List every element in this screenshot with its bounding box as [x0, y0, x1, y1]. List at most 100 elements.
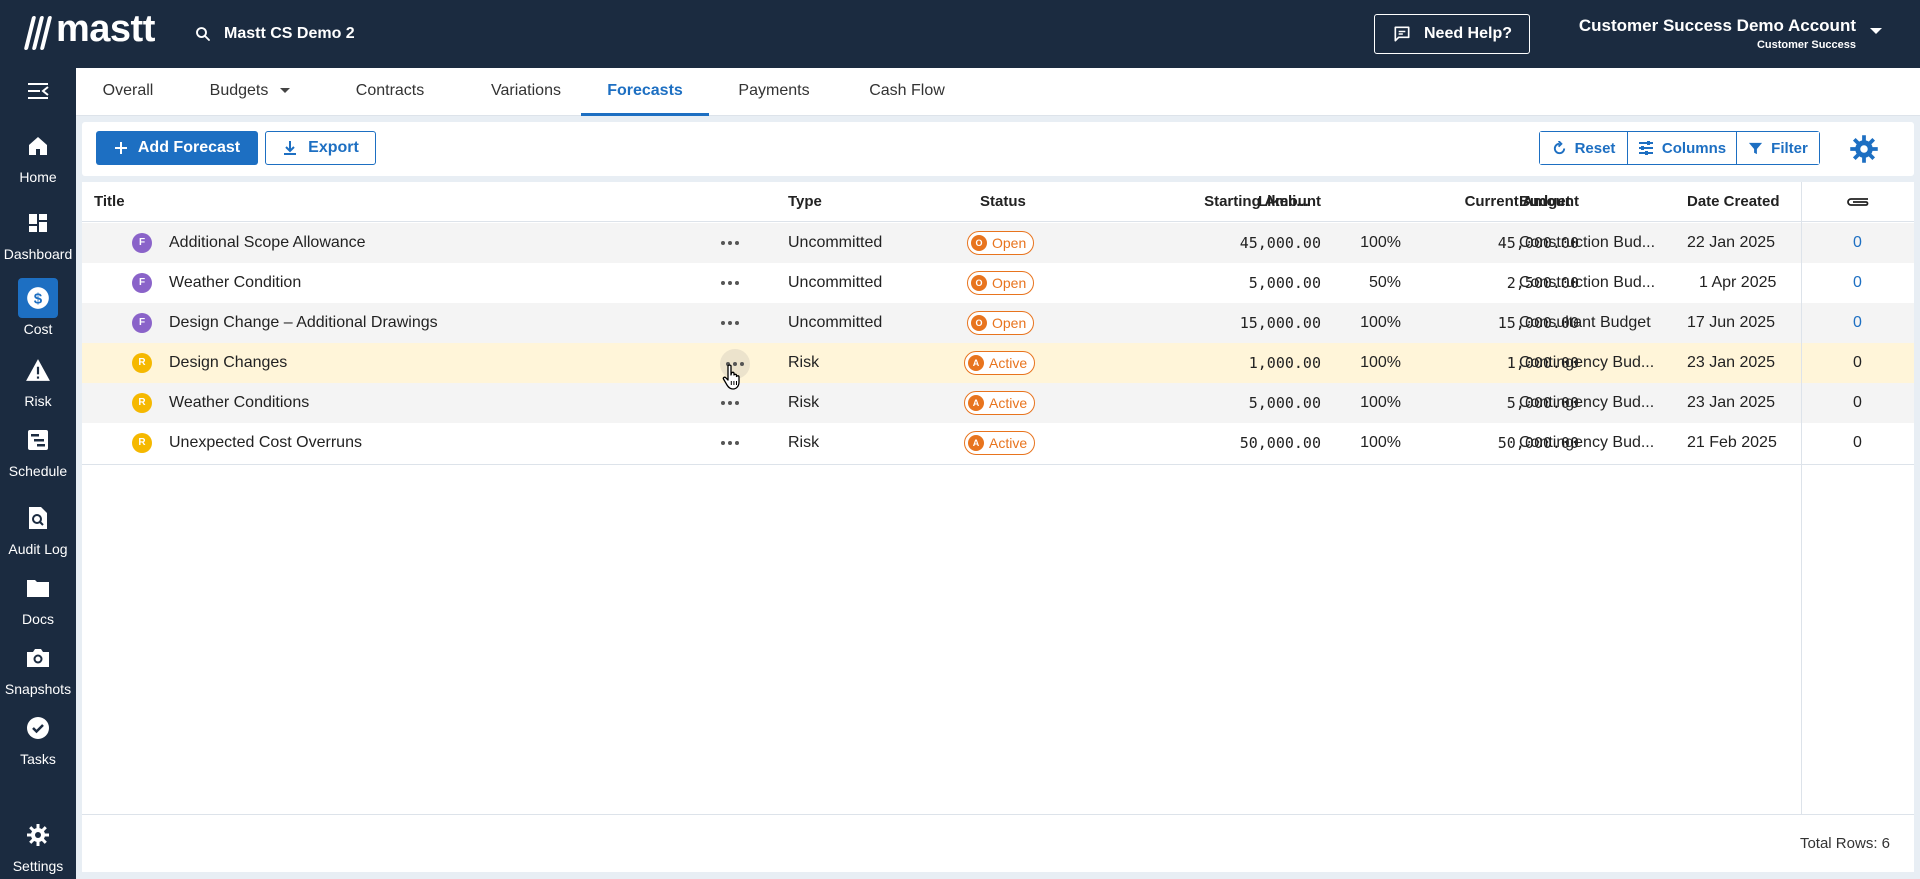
check-circle-icon	[18, 708, 58, 748]
status-letter: O	[971, 275, 987, 291]
sidebar-item-cost[interactable]: $ Cost	[0, 278, 76, 344]
table-row[interactable]: F Additional Scope Allowance Uncommitted…	[82, 223, 1914, 263]
export-button[interactable]: Export	[265, 131, 376, 165]
row-title[interactable]: Design Change – Additional Drawings	[169, 303, 438, 343]
row-date-created: 23 Jan 2025	[1687, 354, 1776, 371]
row-starting-amount: 45,000.00	[1239, 234, 1321, 252]
row-likelihood: 100%	[1360, 434, 1401, 451]
row-actions-icon[interactable]	[716, 435, 744, 451]
need-help-button[interactable]: Need Help?	[1374, 14, 1530, 54]
sidebar-label: Risk	[24, 393, 52, 409]
row-title[interactable]: Weather Condition	[169, 263, 301, 303]
account-menu[interactable]: Customer Success Demo Account Customer S…	[1566, 15, 1856, 55]
download-icon	[284, 141, 297, 155]
project-search[interactable]: Mastt CS Demo 2	[194, 20, 355, 48]
schedule-icon	[18, 420, 58, 460]
sidebar-item-settings[interactable]: Settings	[0, 815, 76, 879]
table-footer: Total Rows: 6	[82, 814, 1914, 872]
status-letter: A	[968, 435, 984, 451]
filter-button[interactable]: Filter	[1736, 132, 1819, 164]
tab-variations[interactable]: Variations	[460, 68, 592, 116]
sidebar-item-audit-log[interactable]: Audit Log	[0, 498, 76, 564]
row-title[interactable]: Additional Scope Allowance	[169, 223, 366, 263]
risk-type-badge: R	[132, 433, 152, 453]
row-actions-icon[interactable]	[716, 395, 744, 411]
column-header-type[interactable]: Type	[788, 182, 822, 222]
table-settings-gear-icon[interactable]	[1849, 134, 1879, 164]
account-name: Customer Success Demo Account	[1578, 16, 1856, 35]
column-header-budget[interactable]: Budget	[1519, 182, 1571, 222]
row-budget: Contingency Bud...	[1519, 354, 1655, 371]
tab-contracts[interactable]: Contracts	[320, 68, 460, 116]
table-row[interactable]: F Weather Condition Uncommitted O Open 5,…	[82, 263, 1914, 303]
status-badge: O Open	[967, 311, 1035, 335]
dollar-icon: $	[18, 278, 58, 318]
add-forecast-label: Add Forecast	[137, 139, 241, 156]
row-date-created: 1 Apr 2025	[1699, 274, 1777, 291]
sidebar-label: Docs	[22, 611, 54, 627]
tab-forecasts[interactable]: Forecasts	[581, 68, 709, 116]
row-attachment-count[interactable]: 0	[1853, 223, 1862, 263]
row-attachment-count: 0	[1853, 354, 1862, 371]
column-header-likelihood[interactable]: Likeli...	[1258, 182, 1309, 222]
status-label: Active	[989, 435, 1028, 451]
sidebar-label: Cost	[23, 321, 53, 337]
tab-label: Variations	[491, 82, 561, 99]
sidebar-item-snapshots[interactable]: Snapshots	[0, 638, 76, 704]
forecast-type-badge: F	[132, 313, 152, 333]
column-header-status[interactable]: Status	[980, 182, 1026, 222]
add-forecast-button[interactable]: Add Forecast	[96, 131, 258, 165]
row-actions-icon[interactable]	[716, 315, 744, 331]
row-attachment-count[interactable]: 0	[1853, 303, 1862, 343]
tab-cash-flow[interactable]: Cash Flow	[839, 68, 975, 116]
camera-icon	[18, 638, 58, 678]
row-date-created: 22 Jan 2025	[1687, 234, 1776, 251]
tab-budgets[interactable]: Budgets	[180, 68, 320, 116]
chevron-down-icon[interactable]	[1870, 28, 1882, 34]
logo-mark-icon	[23, 14, 53, 52]
sidebar-label: Dashboard	[3, 246, 73, 262]
reset-button[interactable]: Reset	[1540, 132, 1627, 164]
sidebar-item-schedule[interactable]: Schedule	[0, 420, 76, 486]
table-row[interactable]: R Weather Conditions Risk A Active 5,000.…	[82, 383, 1914, 423]
sidebar-item-docs[interactable]: Docs	[0, 568, 76, 634]
columns-button[interactable]: Columns	[1627, 132, 1736, 164]
table-row[interactable]: F Design Change – Additional Drawings Un…	[82, 303, 1914, 343]
row-date-created: 23 Jan 2025	[1687, 394, 1776, 411]
tab-payments[interactable]: Payments	[709, 68, 839, 116]
forecast-type-badge: F	[132, 273, 152, 293]
row-actions-icon[interactable]	[716, 275, 744, 291]
status-letter: A	[968, 355, 984, 371]
table-row[interactable]: R Unexpected Cost Overruns Risk A Active …	[82, 423, 1914, 463]
row-title[interactable]: Unexpected Cost Overruns	[169, 423, 362, 463]
row-title[interactable]: Design Changes	[169, 343, 287, 383]
dashboard-icon	[18, 203, 58, 243]
row-date-created: 21 Feb 2025	[1687, 434, 1777, 451]
row-actions-icon[interactable]	[716, 235, 744, 251]
row-attachment-count[interactable]: 0	[1853, 263, 1862, 303]
folder-icon	[18, 568, 58, 608]
table-row[interactable]: R Design Changes Risk A Active 1,000.00 1…	[82, 343, 1914, 383]
sidebar-item-home[interactable]: Home	[0, 126, 76, 192]
risk-type-badge: R	[132, 393, 152, 413]
column-header-title[interactable]: Title	[94, 182, 125, 222]
column-header-date-created[interactable]: Date Created	[1687, 182, 1780, 222]
row-attachment-count: 0	[1853, 394, 1862, 411]
mastt-logo[interactable]: mastt	[23, 10, 155, 56]
tab-label: Budgets	[209, 82, 269, 99]
sidebar-label: Schedule	[8, 463, 68, 479]
sidebar-item-dashboard[interactable]: Dashboard	[0, 203, 76, 269]
sliders-icon	[1638, 141, 1653, 155]
tab-overall[interactable]: Overall	[76, 68, 180, 116]
collapse-menu-icon[interactable]	[27, 82, 49, 100]
row-date-created: 17 Jun 2025	[1687, 314, 1776, 331]
sidebar-item-tasks[interactable]: Tasks	[0, 708, 76, 774]
row-likelihood: 100%	[1360, 234, 1401, 251]
row-type: Risk	[788, 354, 820, 371]
tab-label: Cash Flow	[869, 82, 945, 99]
row-type: Uncommitted	[788, 274, 883, 291]
row-title[interactable]: Weather Conditions	[169, 383, 309, 423]
row-budget: Construction Bud...	[1519, 234, 1656, 251]
filter-label: Filter	[1771, 139, 1808, 157]
sidebar-item-risk[interactable]: Risk	[0, 350, 76, 416]
